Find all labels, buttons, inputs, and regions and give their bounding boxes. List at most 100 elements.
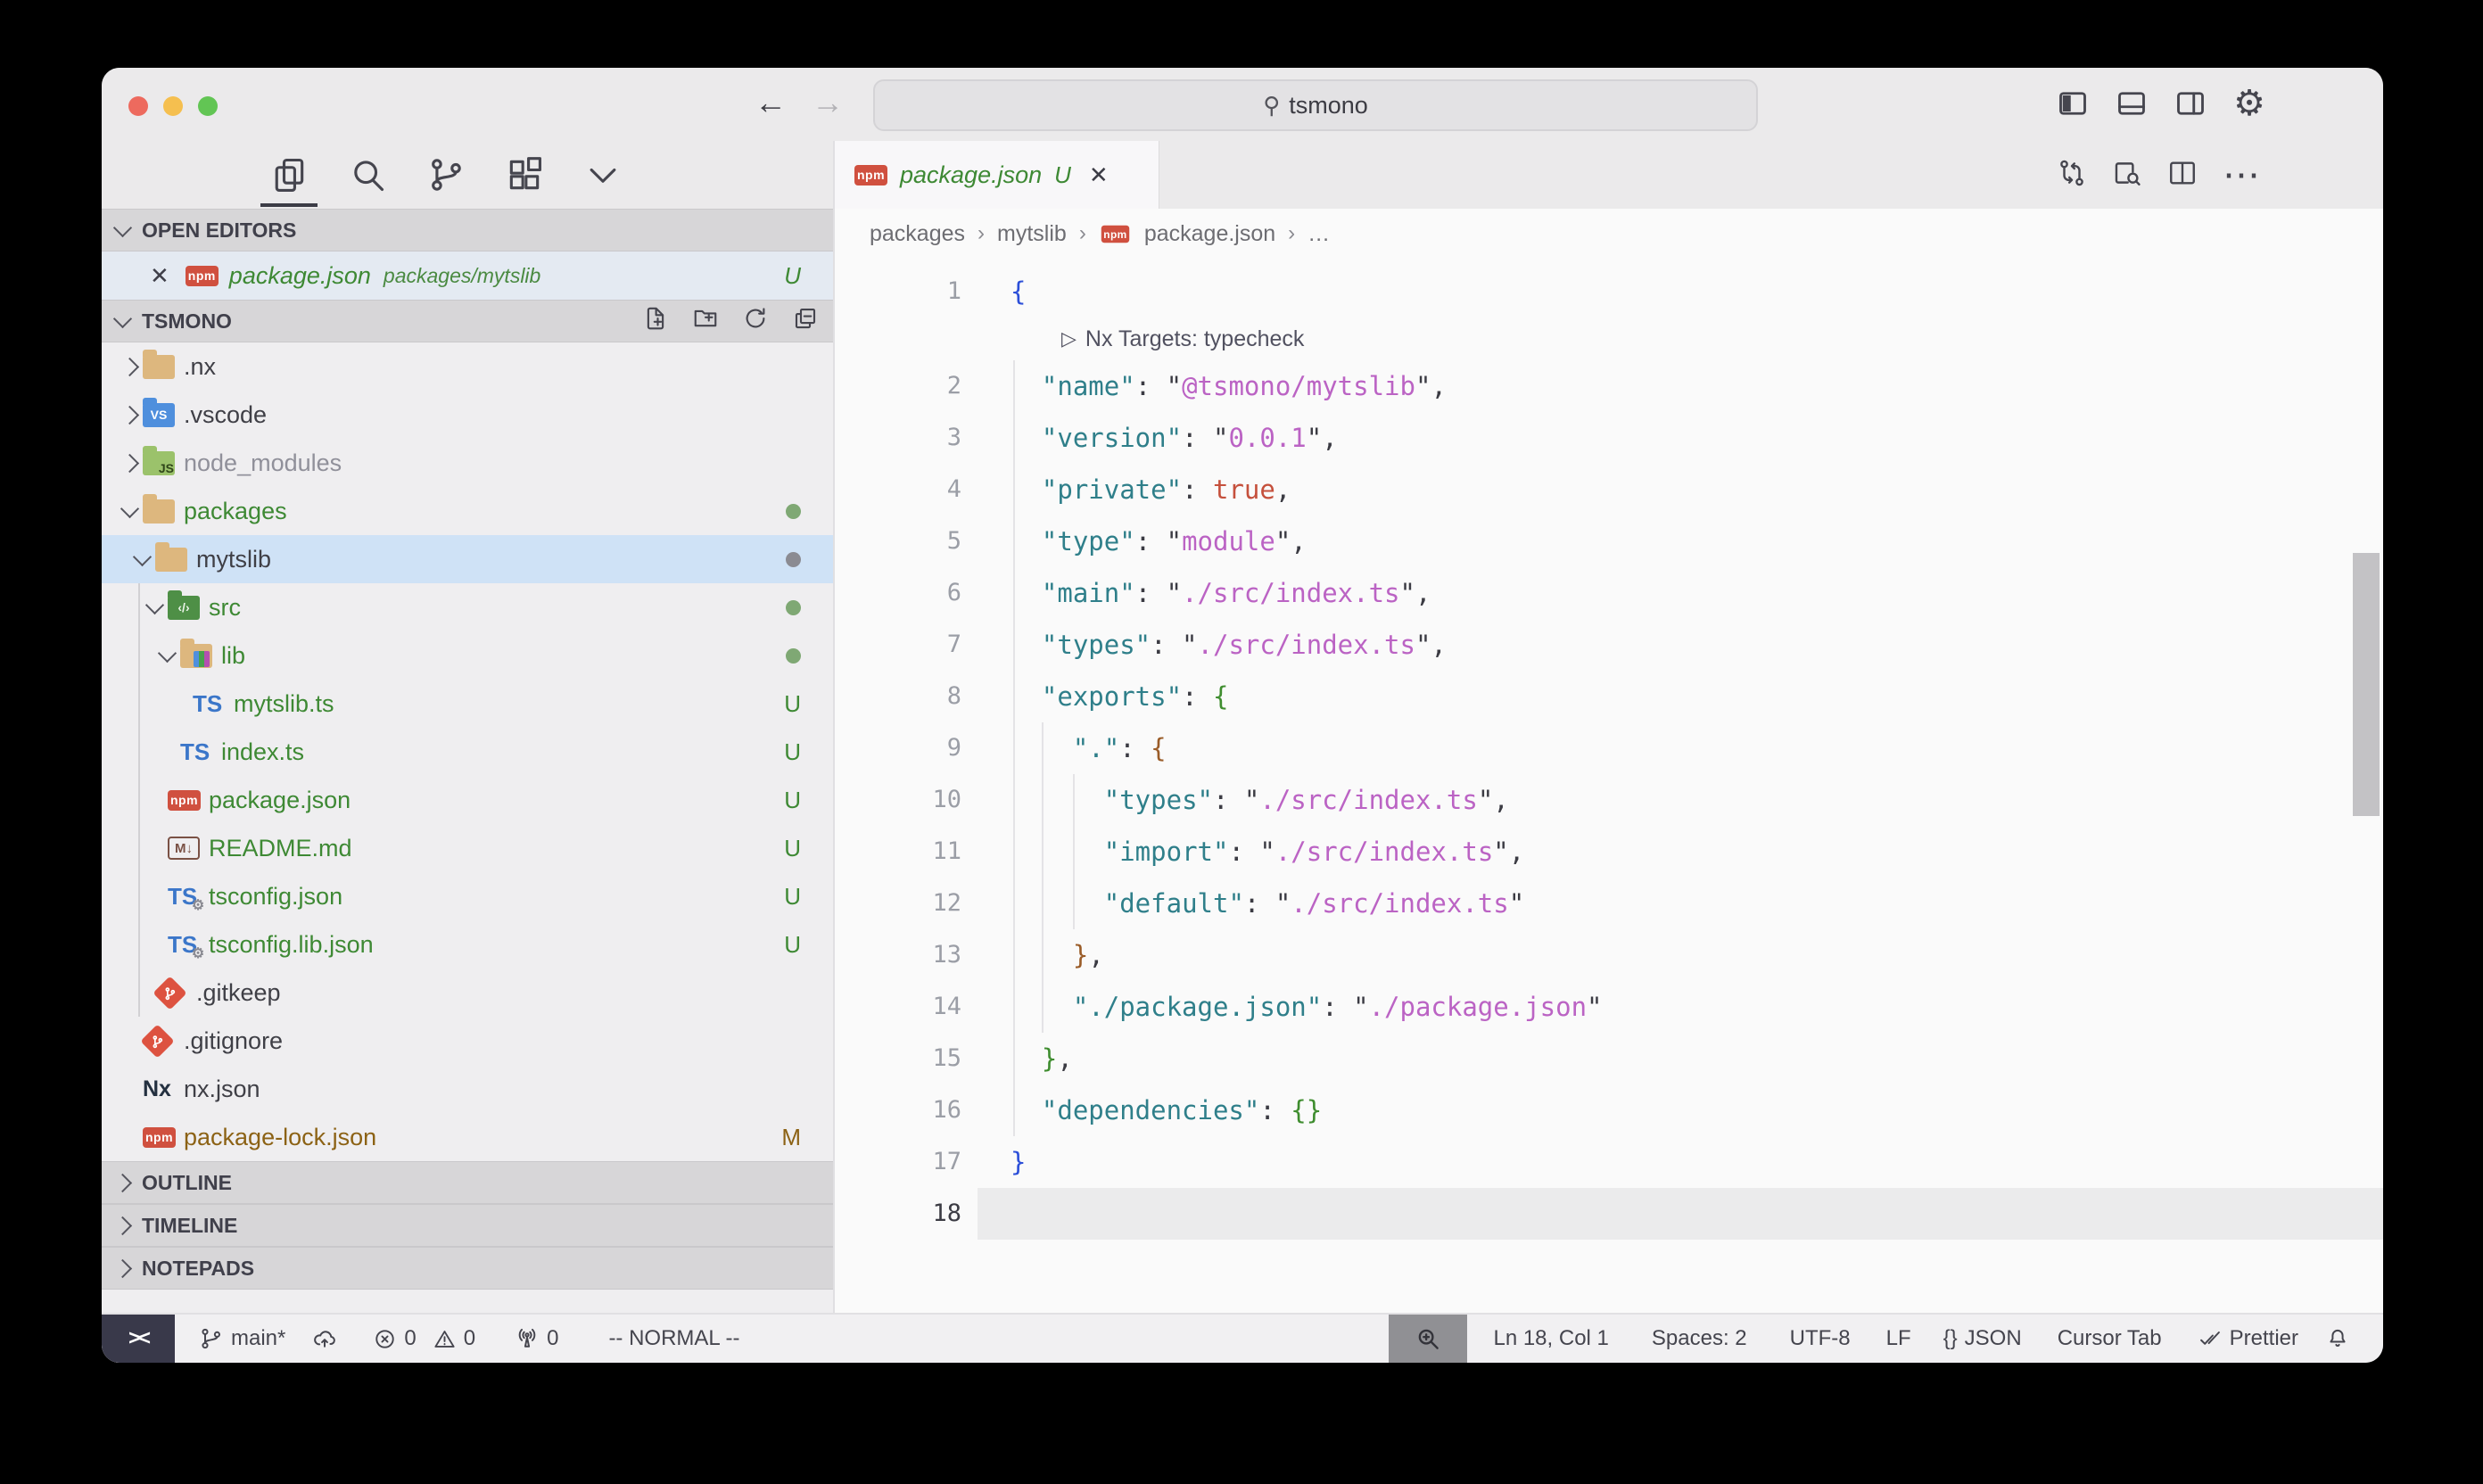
eol-status[interactable]: LF: [1873, 1315, 1925, 1363]
braces-icon: {}: [1943, 1326, 1958, 1351]
breadcrumb-file[interactable]: package.json: [1144, 221, 1275, 247]
problems-status[interactable]: 0 0: [359, 1315, 489, 1363]
code-line-15[interactable]: 15 },: [835, 1033, 2383, 1084]
git-icon: [143, 1029, 178, 1053]
code-line-13[interactable]: 13 },: [835, 929, 2383, 981]
explorer-activity-icon[interactable]: [269, 141, 309, 209]
code-line-7[interactable]: 7 "types": "./src/index.ts",: [835, 619, 2383, 671]
maximize-window-button[interactable]: [198, 96, 218, 116]
tree-item-nx.json[interactable]: Nxnx.json: [102, 1065, 833, 1113]
more-actions-icon[interactable]: ⋯: [2223, 166, 2262, 184]
code-line-1[interactable]: 1{: [835, 266, 2383, 317]
chevron-down-icon: [113, 309, 132, 328]
code-line-9[interactable]: 9 ".": {: [835, 722, 2383, 774]
tree-item-package.json[interactable]: npmpackage.jsonU: [102, 776, 833, 824]
breadcrumb-packages[interactable]: packages: [870, 221, 965, 247]
chevron-down-icon: [157, 644, 176, 663]
tab-close-icon[interactable]: ✕: [1089, 161, 1109, 189]
codelens-nx-targets[interactable]: ▷Nx Targets: typecheck: [835, 317, 2383, 360]
breadcrumb-mytslib[interactable]: mytslib: [997, 221, 1067, 247]
tree-item-packages[interactable]: packages: [102, 487, 833, 535]
tree-item-mytslib[interactable]: mytslib: [102, 535, 833, 583]
tree-item-label: mytslib: [196, 546, 271, 573]
cursor-tab-status[interactable]: Cursor Tab: [2044, 1315, 2175, 1363]
source-control-activity-icon[interactable]: [426, 141, 466, 209]
remote-indicator-button[interactable]: ><: [102, 1315, 175, 1363]
indentation-status[interactable]: Spaces: 2: [1638, 1315, 1761, 1363]
open-editor-item[interactable]: ✕ npm package.json packages/mytslib U: [102, 251, 833, 300]
zoom-indicator-button[interactable]: [1389, 1315, 1467, 1363]
forward-arrow-icon[interactable]: →: [812, 84, 844, 121]
minimize-window-button[interactable]: [163, 96, 183, 116]
extensions-activity-icon[interactable]: [505, 141, 544, 209]
code-editor[interactable]: 1{▷Nx Targets: typecheck2 "name": "@tsmo…: [835, 259, 2383, 1313]
code-line-6[interactable]: 6 "main": "./src/index.ts",: [835, 567, 2383, 619]
notifications-bell[interactable]: [2312, 1315, 2363, 1363]
tree-item-index.ts[interactable]: TSindex.tsU: [102, 728, 833, 776]
search-activity-icon[interactable]: [348, 141, 387, 209]
new-file-icon[interactable]: [642, 305, 669, 337]
outline-header[interactable]: OUTLINE: [102, 1161, 833, 1204]
git-branch-status[interactable]: main*: [186, 1315, 299, 1363]
code-line-11[interactable]: 11 "import": "./src/index.ts",: [835, 826, 2383, 878]
cursor-position-status[interactable]: Ln 18, Col 1: [1480, 1315, 1621, 1363]
code-line-5[interactable]: 5 "type": "module",: [835, 515, 2383, 567]
tree-item-src[interactable]: ‹/›src: [102, 583, 833, 631]
open-preview-icon[interactable]: [2112, 158, 2142, 193]
toggle-secondary-sidebar-icon[interactable]: [2174, 87, 2207, 120]
code-line-16[interactable]: 16 "dependencies": {}: [835, 1084, 2383, 1136]
error-icon: [373, 1327, 397, 1351]
tree-item-lib[interactable]: lib: [102, 631, 833, 680]
tree-item-.gitignore[interactable]: .gitignore: [102, 1017, 833, 1065]
language-mode-status[interactable]: {} JSON: [1930, 1315, 2035, 1363]
tree-item-.gitkeep[interactable]: .gitkeep: [102, 969, 833, 1017]
code-line-2[interactable]: 2 "name": "@tsmono/mytslib",: [835, 360, 2383, 412]
breadcrumb-symbol[interactable]: …: [1307, 221, 1330, 247]
chevron-down-icon: [132, 548, 151, 566]
lib-icon: [180, 644, 216, 668]
broadcast-status[interactable]: 0: [501, 1315, 572, 1363]
tree-item-package-lock.json[interactable]: npmpackage-lock.jsonM: [102, 1113, 833, 1161]
open-changes-icon[interactable]: [2057, 158, 2087, 193]
code-line-4[interactable]: 4 "private": true,: [835, 464, 2383, 515]
collapse-folders-icon[interactable]: [792, 305, 819, 337]
tree-item-tsconfig.json[interactable]: TS⚙tsconfig.jsonU: [102, 872, 833, 920]
git-status-badge: M: [781, 1124, 801, 1151]
tree-item-.nx[interactable]: .nx: [102, 342, 833, 391]
vim-mode-indicator[interactable]: -- NORMAL --: [595, 1315, 753, 1363]
notepads-header[interactable]: NOTEPADS: [102, 1247, 833, 1290]
code-line-8[interactable]: 8 "exports": {: [835, 671, 2383, 722]
radio-tower-icon: [515, 1326, 540, 1351]
close-editor-icon[interactable]: ✕: [150, 262, 169, 290]
code-line-12[interactable]: 12 "default": "./src/index.ts": [835, 878, 2383, 929]
settings-gear-icon[interactable]: ⚙: [2233, 86, 2265, 121]
breadcrumb[interactable]: packages › mytslib › npm package.json › …: [835, 209, 2383, 259]
new-folder-icon[interactable]: [692, 305, 719, 337]
open-editors-header[interactable]: OPEN EDITORS: [102, 209, 833, 251]
encoding-status[interactable]: UTF-8: [1777, 1315, 1864, 1363]
code-line-10[interactable]: 10 "types": "./src/index.ts",: [835, 774, 2383, 826]
workspace-header[interactable]: TSMONO: [102, 300, 833, 342]
tree-item-README.md[interactable]: M↓README.mdU: [102, 824, 833, 872]
tree-item-mytslib.ts[interactable]: TSmytslib.tsU: [102, 680, 833, 728]
toggle-panel-icon[interactable]: [2116, 87, 2148, 120]
close-window-button[interactable]: [128, 96, 148, 116]
code-line-17[interactable]: 17}: [835, 1136, 2383, 1188]
timeline-header[interactable]: TIMELINE: [102, 1204, 833, 1247]
split-editor-icon[interactable]: [2167, 158, 2198, 193]
toggle-sidebar-icon[interactable]: [2057, 87, 2089, 120]
code-line-3[interactable]: 3 "version": "0.0.1",: [835, 412, 2383, 464]
more-views-chevron-icon[interactable]: [583, 141, 623, 209]
code-line-14[interactable]: 14 "./package.json": "./package.json": [835, 981, 2383, 1033]
untracked-badge: U: [784, 262, 801, 290]
formatter-status[interactable]: Prettier: [2184, 1315, 2312, 1363]
sync-changes-button[interactable]: [299, 1315, 351, 1363]
tree-item-tsconfig.lib.json[interactable]: TS⚙tsconfig.lib.jsonU: [102, 920, 833, 969]
refresh-icon[interactable]: [742, 305, 769, 337]
tree-item-node_modules[interactable]: JSnode_modules: [102, 439, 833, 487]
command-center-search[interactable]: ⚲ tsmono: [873, 79, 1758, 131]
tab-package-json[interactable]: npm package.json U ✕: [835, 141, 1159, 209]
back-arrow-icon[interactable]: ←: [755, 84, 787, 121]
tree-item-.vscode[interactable]: VS.vscode: [102, 391, 833, 439]
code-line-18[interactable]: 18: [835, 1188, 2383, 1240]
